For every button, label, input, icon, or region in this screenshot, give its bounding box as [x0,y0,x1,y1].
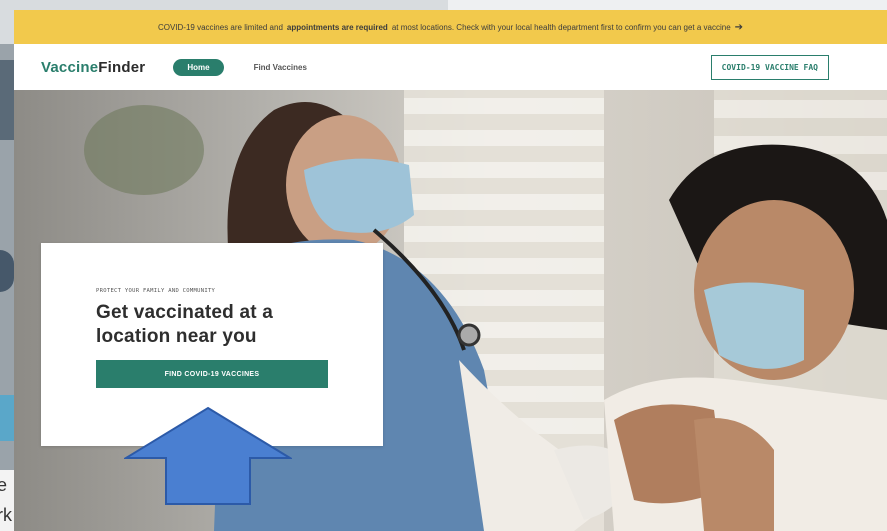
hero-eyebrow: PROTECT YOUR FAMILY AND COMMUNITY [96,288,216,294]
background-window-edge [448,0,887,10]
hero-headline: Get vaccinated at a location near you [96,302,273,347]
background-text-line: rk [0,505,12,525]
arrow-up-annotation-icon [124,406,292,505]
nav-home-button[interactable]: Home [173,58,224,76]
nav-find-vaccines-link[interactable]: Find Vaccines [254,63,307,72]
banner-text-end: at most locations. Check with your local… [391,22,731,32]
banner-text-start: COVID-19 vaccines are limited and [157,22,283,32]
background-text-line: e [0,475,8,495]
top-nav: VaccineFinder Home Find Vaccines COVID-1… [14,44,887,91]
banner-text-bold: appointments are required [286,22,388,32]
find-covid-vaccines-button[interactable]: FIND COVID-19 VACCINES [96,360,328,388]
covid-vaccine-faq-button[interactable]: COVID-19 VACCINE FAQ [710,54,829,80]
background-text-fragment: e rk [0,470,14,531]
vaccinefinder-logo[interactable]: VaccineFinder [41,59,145,76]
background-thumbnail [0,60,14,140]
arrow-right-icon: ➔ [734,21,744,33]
logo-part-finder: Finder [98,58,146,76]
background-thumbnail [0,395,14,441]
covid-banner[interactable]: COVID-19 vaccines are limited and appoin… [14,10,887,44]
logo-part-vaccine: Vaccine [41,58,99,76]
